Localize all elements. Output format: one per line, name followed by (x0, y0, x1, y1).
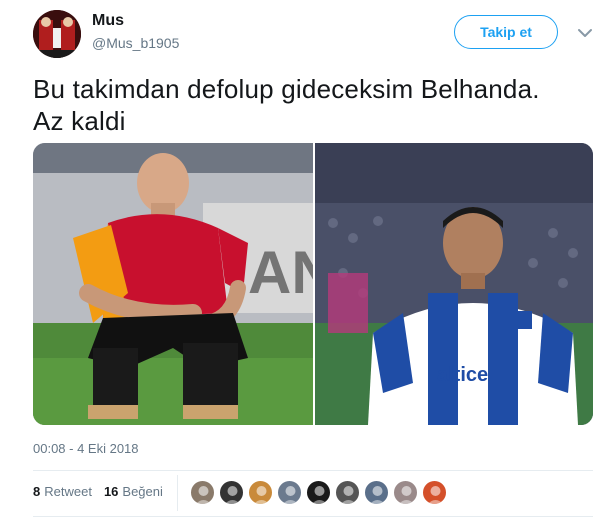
liker-avatar-3[interactable] (248, 480, 273, 505)
chevron-down-icon[interactable] (577, 26, 593, 38)
stats-separator (177, 475, 178, 511)
tweet-card: Mus @Mus_b1905 Takip et Bu takimdan defo… (0, 0, 614, 518)
tweet-stats: 8 Retweet 16 Beğeni (33, 484, 175, 499)
follow-button[interactable]: Takip et (454, 15, 558, 49)
media-image-left[interactable]: AN (33, 143, 335, 425)
author-name[interactable]: Mus (92, 12, 124, 30)
liker-avatar-1[interactable] (190, 480, 215, 505)
tweet-timestamp[interactable]: 00:08 - 4 Eki 2018 (33, 441, 139, 456)
like-count[interactable]: 16 (104, 484, 118, 499)
liker-avatar-8[interactable] (393, 480, 418, 505)
liker-avatar-9[interactable] (422, 480, 447, 505)
tweet-text-line-2: Az kaldi (33, 106, 126, 136)
svg-text:altice: altice (437, 364, 488, 386)
liker-avatars (190, 480, 451, 505)
liker-avatar-7[interactable] (364, 480, 389, 505)
media-image-right[interactable]: altice (315, 143, 593, 425)
divider-top (33, 470, 593, 471)
divider-bottom (33, 516, 593, 517)
liker-avatar-5[interactable] (306, 480, 331, 505)
author-avatar[interactable] (33, 10, 81, 58)
liker-avatar-2[interactable] (219, 480, 244, 505)
tweet-text-line-1: Bu takimdan defolup gideceksim Belhanda. (33, 74, 540, 104)
author-handle[interactable]: @Mus_b1905 (92, 35, 179, 51)
like-label[interactable]: Beğeni (122, 484, 162, 499)
liker-avatar-4[interactable] (277, 480, 302, 505)
retweet-label[interactable]: Retweet (44, 484, 92, 499)
liker-avatar-6[interactable] (335, 480, 360, 505)
tweet-text: Bu takimdan defolup gideceksim Belhanda.… (33, 73, 583, 137)
tweet-media[interactable]: AN altice (33, 143, 593, 425)
retweet-count[interactable]: 8 (33, 484, 40, 499)
